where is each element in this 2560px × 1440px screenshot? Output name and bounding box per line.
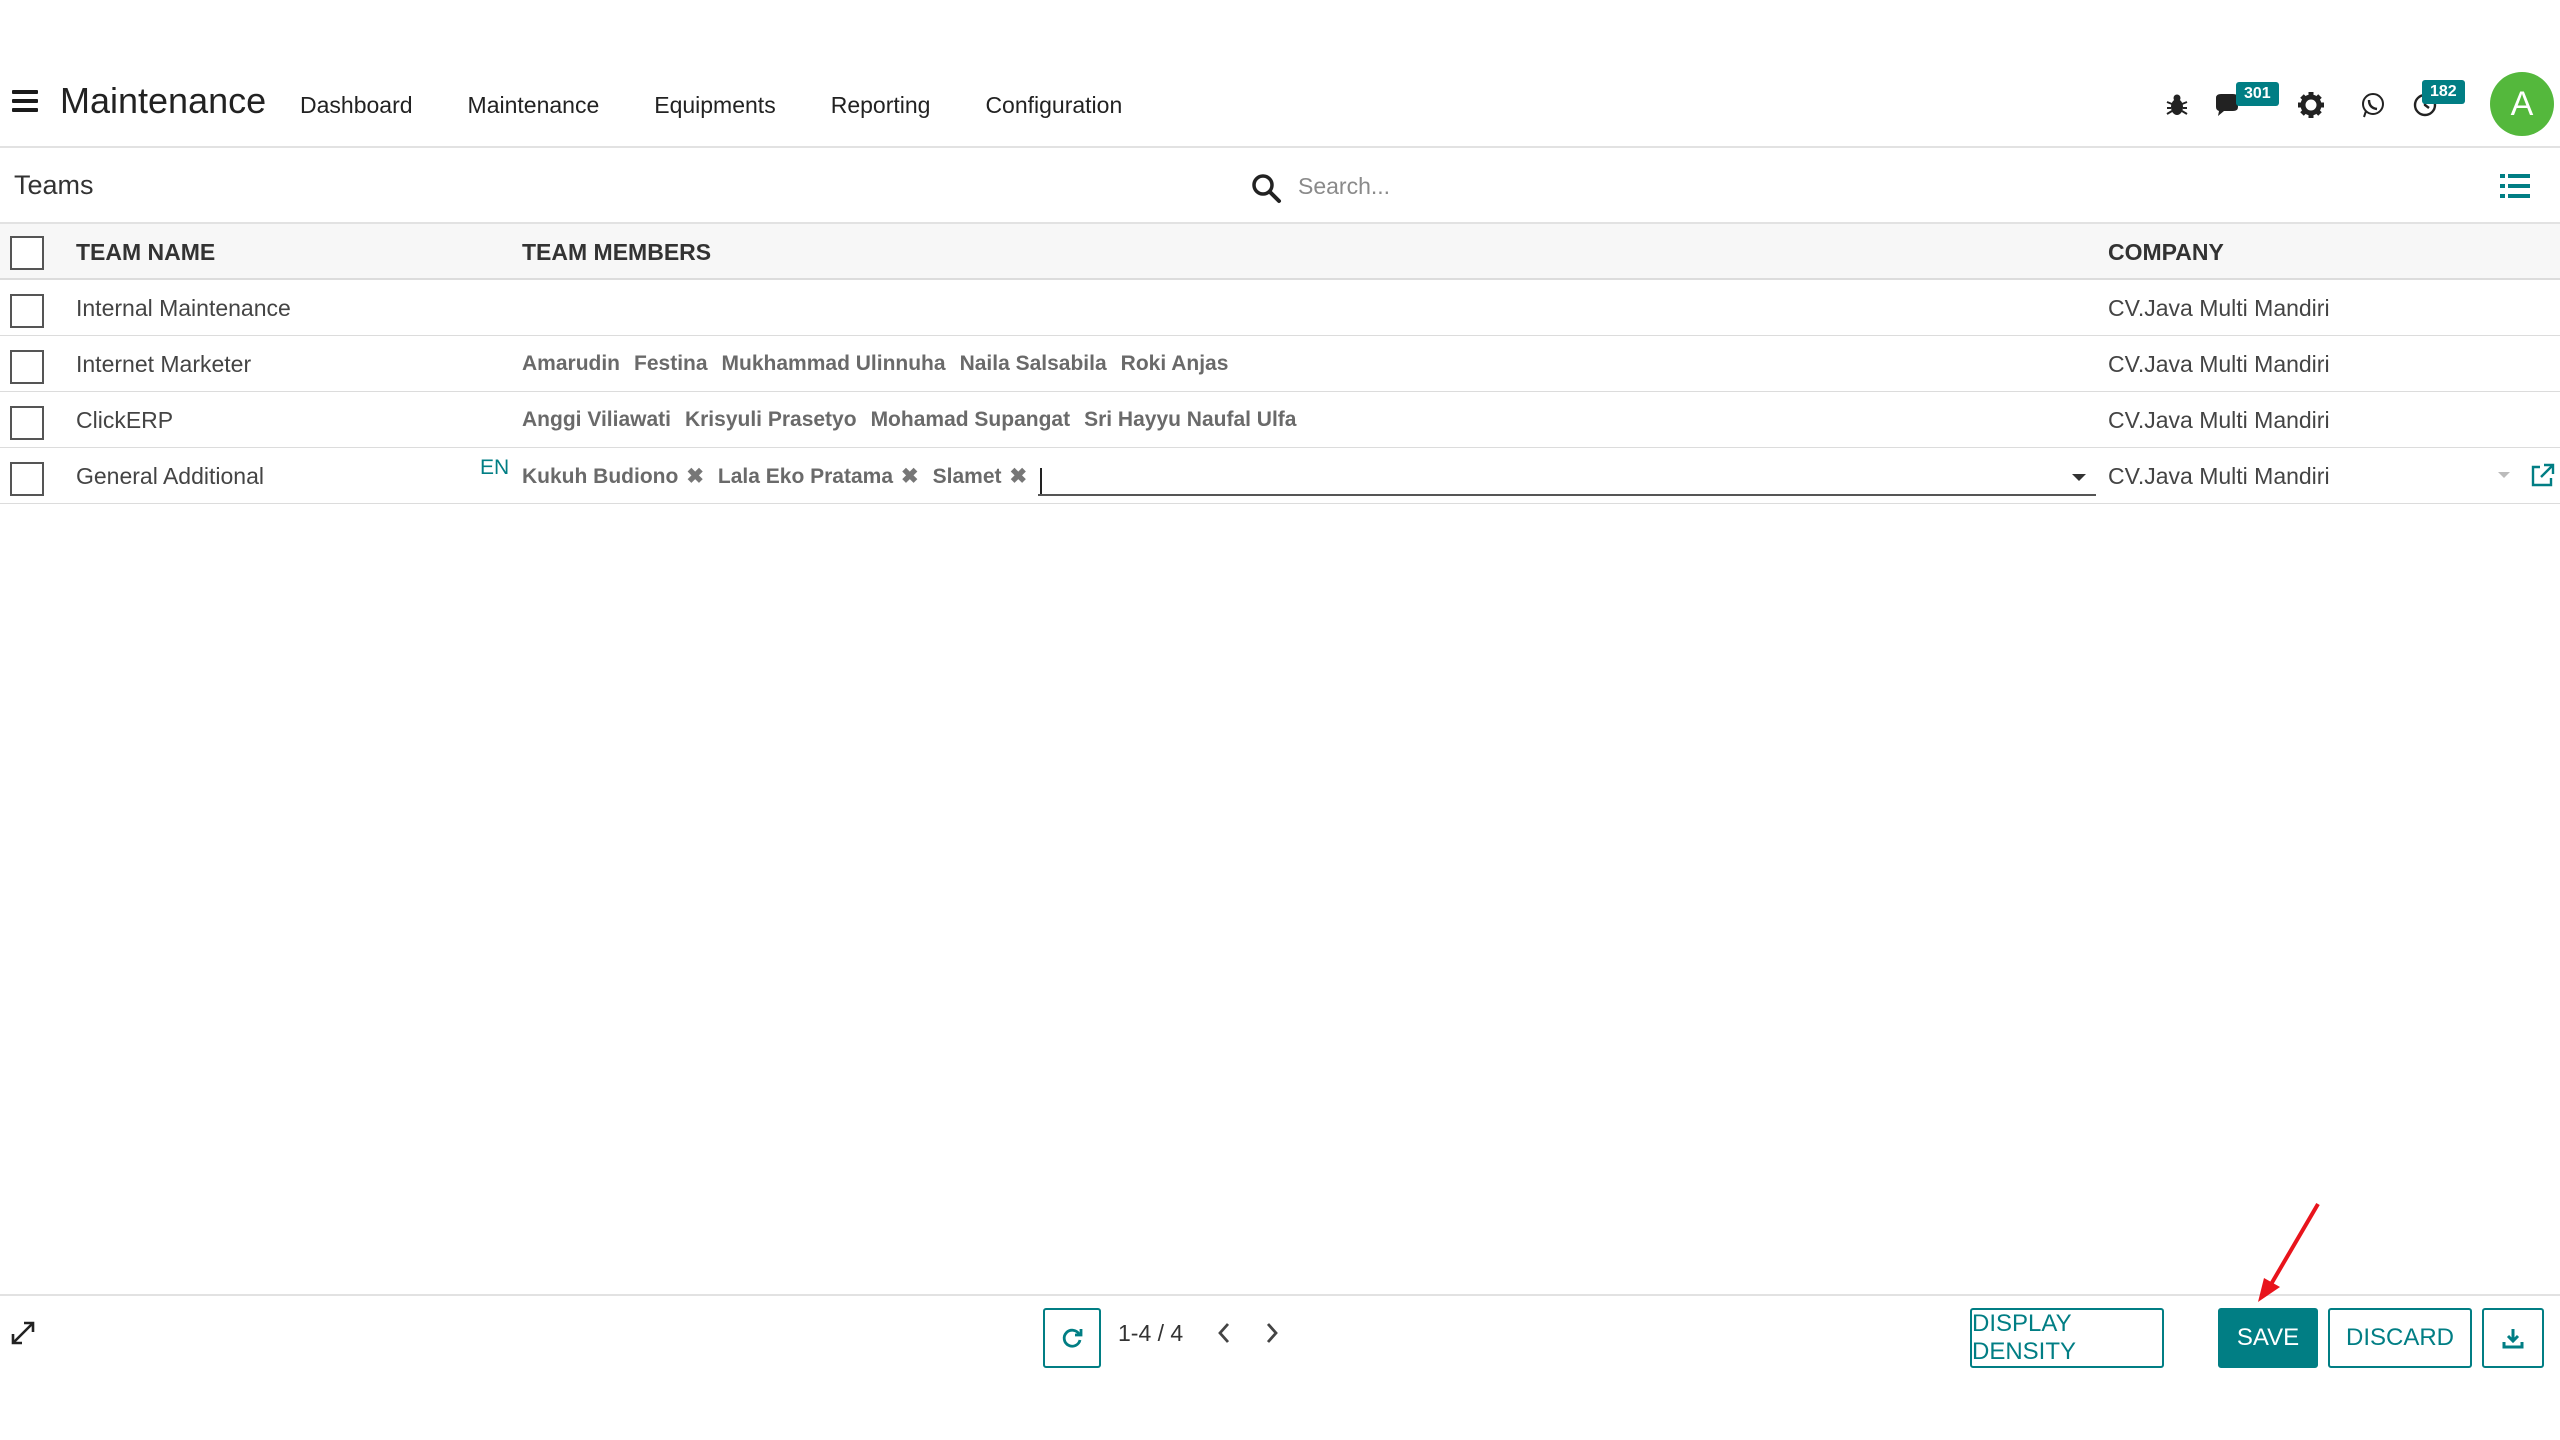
company-field[interactable]: CV.Java Multi Mandiri <box>2108 448 2330 504</box>
remove-tag-icon[interactable]: ✖ <box>686 465 704 488</box>
teams-table: TEAM NAME TEAM MEMBERS COMPANY Internal … <box>0 224 2560 504</box>
expand-icon[interactable] <box>10 1320 36 1346</box>
refresh-button[interactable] <box>1043 1308 1101 1368</box>
row-checkbox[interactable] <box>10 462 44 496</box>
chevron-right-icon[interactable] <box>1262 1320 1282 1346</box>
breadcrumb[interactable]: Teams <box>14 170 94 201</box>
remove-tag-icon[interactable]: ✖ <box>1010 465 1028 488</box>
annotation-arrow <box>2258 1202 2320 1302</box>
table-header: TEAM NAME TEAM MEMBERS COMPANY <box>0 224 2560 280</box>
table-row[interactable]: Internal Maintenance CV.Java Multi Mandi… <box>0 280 2560 336</box>
list-view-icon[interactable] <box>2500 172 2530 200</box>
column-header-company[interactable]: COMPANY <box>2108 224 2224 280</box>
chevron-left-icon[interactable] <box>1214 1320 1234 1346</box>
team-name[interactable]: ClickERP <box>76 392 173 448</box>
gear-icon[interactable] <box>2296 90 2326 120</box>
member-tag: Festina <box>634 352 708 375</box>
search-input[interactable] <box>1298 166 2398 206</box>
discard-button[interactable]: DISCARD <box>2328 1308 2472 1368</box>
download-button[interactable] <box>2482 1308 2544 1368</box>
member-tag: Sri Hayyu Naufal Ulfa <box>1084 408 1297 431</box>
language-button[interactable]: EN <box>480 456 509 480</box>
main-menu: Dashboard Maintenance Equipments Reporti… <box>300 92 1177 119</box>
activity-badge: 182 <box>2422 80 2465 104</box>
control-panel: Teams <box>0 148 2560 224</box>
footer-bar: 1-4 / 4 DISPLAY DENSITY SAVE DISCARD <box>0 1294 2560 1440</box>
team-members-field[interactable]: Kukuh Budiono ✖ Lala Eko Pratama ✖ Slamet ✖ <box>522 448 1041 504</box>
hamburger-menu-icon[interactable] <box>12 90 38 112</box>
team-company[interactable]: CV.Java Multi Mandiri <box>2108 280 2330 336</box>
member-tag: Naila Salsabila <box>959 352 1107 375</box>
menu-equipments[interactable]: Equipments <box>654 92 775 119</box>
remove-tag-icon[interactable]: ✖ <box>901 465 919 488</box>
whatsapp-icon[interactable] <box>2358 90 2388 120</box>
text-cursor <box>1040 468 1042 494</box>
menu-dashboard[interactable]: Dashboard <box>300 92 413 119</box>
search-icon <box>1252 174 1281 203</box>
save-button[interactable]: SAVE <box>2218 1308 2318 1368</box>
team-name[interactable]: Internal Maintenance <box>76 280 291 336</box>
company-dropdown-icon[interactable] <box>2498 472 2510 478</box>
member-tag: Lala Eko Pratama ✖ <box>718 464 919 489</box>
user-avatar[interactable]: A <box>2490 72 2554 136</box>
team-members-input[interactable] <box>1038 460 2096 496</box>
display-density-button[interactable]: DISPLAY DENSITY <box>1970 1308 2164 1368</box>
bug-icon[interactable] <box>2162 90 2192 120</box>
column-header-team-members[interactable]: TEAM MEMBERS <box>522 224 711 280</box>
table-row[interactable]: Internet Marketer Amarudin Festina Mukha… <box>0 336 2560 392</box>
top-navbar: Maintenance Dashboard Maintenance Equipm… <box>0 62 2560 148</box>
member-tag-label: Kukuh Budiono <box>522 464 679 488</box>
external-link-icon[interactable] <box>2528 462 2556 490</box>
editing-row[interactable]: General Additional EN Kukuh Budiono ✖ Lal… <box>0 448 2560 504</box>
team-members[interactable]: Anggi Viliawati Krisyuli Prasetyo Mohama… <box>522 392 1310 448</box>
member-tag: Mukhammad Ulinnuha <box>721 352 946 375</box>
member-tag-label: Lala Eko Pratama <box>717 464 894 488</box>
refresh-icon <box>1062 1328 1083 1348</box>
select-all-checkbox[interactable] <box>10 236 44 270</box>
member-tag: Krisyuli Prasetyo <box>684 408 857 431</box>
column-header-team-name[interactable]: TEAM NAME <box>76 224 215 280</box>
menu-maintenance[interactable]: Maintenance <box>468 92 600 119</box>
member-tag: Slamet ✖ <box>933 464 1027 489</box>
team-company[interactable]: CV.Java Multi Mandiri <box>2108 336 2330 392</box>
row-checkbox[interactable] <box>10 294 44 328</box>
member-tag: Mohamad Supangat <box>870 408 1071 431</box>
table-row[interactable]: ClickERP Anggi Viliawati Krisyuli Praset… <box>0 392 2560 448</box>
member-tag: Roki Anjas <box>1120 352 1229 375</box>
team-company[interactable]: CV.Java Multi Mandiri <box>2108 392 2330 448</box>
member-tag: Anggi Viliawati <box>522 408 671 431</box>
team-name[interactable]: Internet Marketer <box>76 336 251 392</box>
row-checkbox[interactable] <box>10 350 44 384</box>
team-members[interactable]: Amarudin Festina Mukhammad Ulinnuha Nail… <box>522 336 1242 392</box>
menu-configuration[interactable]: Configuration <box>985 92 1122 119</box>
messages-badge: 301 <box>2236 82 2279 106</box>
app-title[interactable]: Maintenance <box>60 80 266 122</box>
member-tag: Kukuh Budiono ✖ <box>522 464 704 489</box>
pager-value[interactable]: 1-4 / 4 <box>1118 1320 1183 1347</box>
dropdown-caret-icon[interactable] <box>2072 474 2086 481</box>
member-tag-label: Slamet <box>932 464 1002 488</box>
team-name-field[interactable]: General Additional <box>76 448 264 504</box>
member-tag: Amarudin <box>522 352 621 375</box>
row-checkbox[interactable] <box>10 406 44 440</box>
download-icon <box>2502 1329 2524 1349</box>
menu-reporting[interactable]: Reporting <box>831 92 931 119</box>
